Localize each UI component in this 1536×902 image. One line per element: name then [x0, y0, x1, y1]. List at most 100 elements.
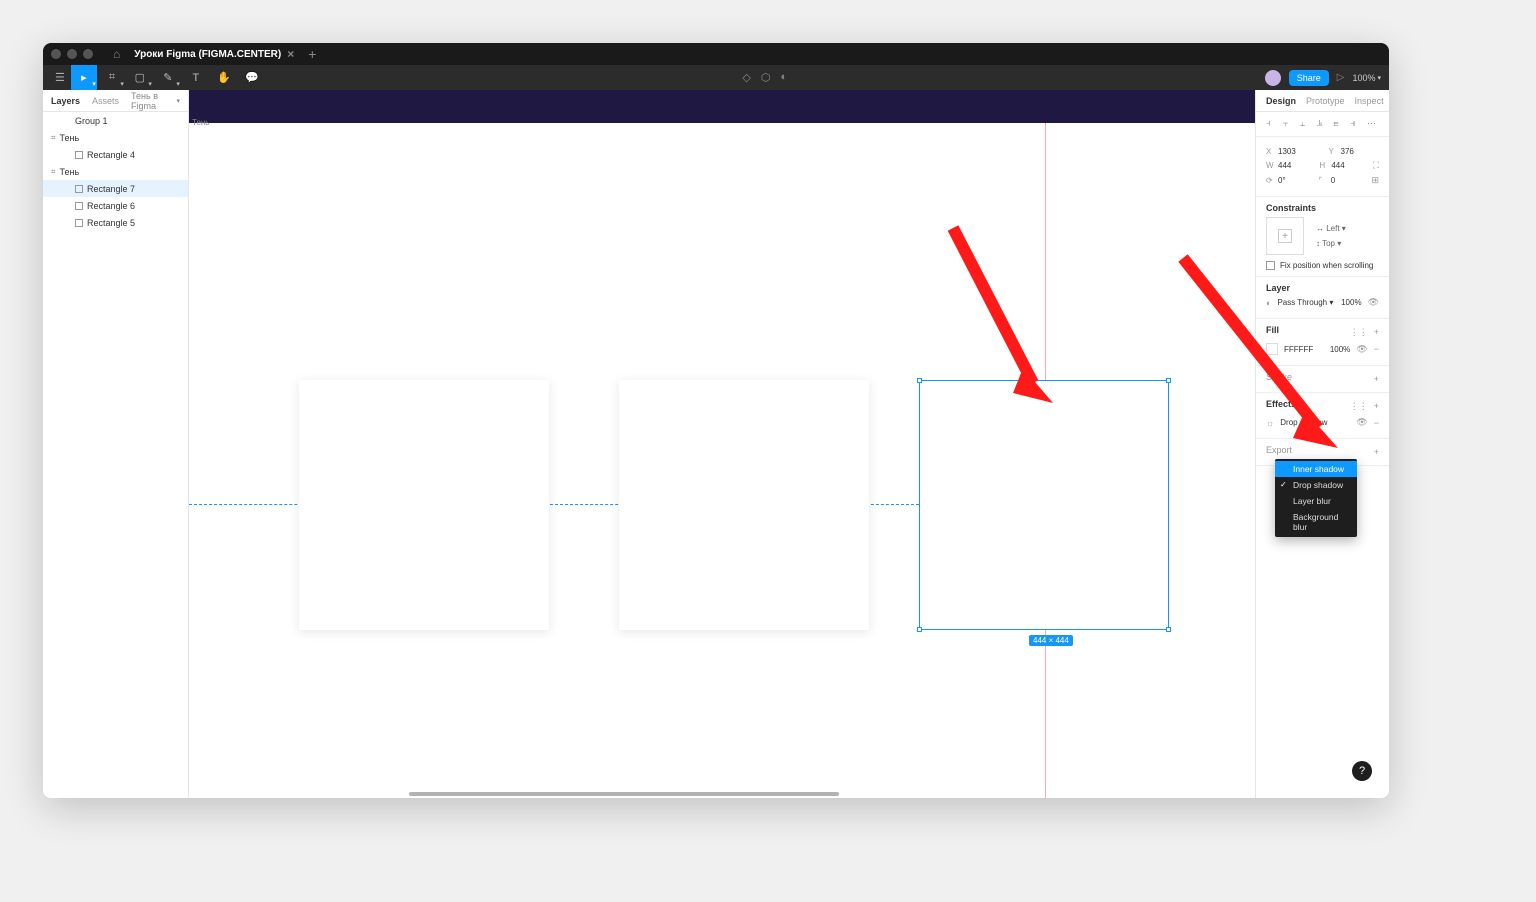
visible-icon[interactable]: 👁 — [1368, 297, 1379, 308]
layers-list[interactable]: Group 1 ⌗Тень Rectangle 4 ⌗Тень Rectangl… — [43, 112, 188, 798]
component-icon[interactable]: ◇ — [742, 71, 750, 84]
layer-item[interactable]: Rectangle 5 — [43, 214, 188, 231]
align-vcenter-icon[interactable]: ⫢ — [1333, 118, 1345, 130]
add-stroke-icon[interactable]: + — [1374, 374, 1379, 384]
constraint-center-icon: + — [1278, 229, 1292, 243]
resize-handle[interactable] — [1166, 378, 1171, 383]
layers-panel: Layers Assets Тень в Figma▾ Group 1 ⌗Тен… — [43, 90, 189, 798]
figma-window: ⌂ Уроки Figma (FIGMA.CENTER) × + ☰ ▸▾ ⌗▾… — [43, 43, 1389, 798]
remove-fill-icon[interactable]: − — [1374, 344, 1379, 354]
selection-dimensions: 444 × 444 — [1029, 635, 1073, 646]
rect-icon — [75, 185, 83, 193]
constraints-title: Constraints — [1266, 203, 1379, 213]
corner-radius-input[interactable]: ⌜0 — [1319, 176, 1360, 185]
home-icon[interactable]: ⌂ — [113, 47, 120, 61]
align-right-icon[interactable]: ⫠ — [1300, 118, 1312, 130]
file-name: Уроки Figma (FIGMA.CENTER) — [134, 49, 281, 60]
x-input[interactable]: X1303 — [1266, 147, 1317, 156]
align-hcenter-icon[interactable]: ⫟ — [1283, 118, 1295, 130]
mask-icon[interactable]: ◐ — [781, 71, 788, 84]
move-tool[interactable]: ▸▾ — [71, 65, 97, 90]
comment-tool[interactable]: 💬 — [239, 65, 265, 90]
align-left-icon[interactable]: ⫞ — [1266, 118, 1278, 130]
add-effect-icon[interactable]: + — [1374, 401, 1379, 412]
right-panel-tabs: Design Prototype Inspect — [1256, 90, 1389, 112]
rect-icon — [75, 202, 83, 210]
distribute-icon[interactable]: ⋯ — [1367, 118, 1379, 130]
tab-layers[interactable]: Layers — [51, 96, 80, 106]
zoom-control[interactable]: 100%▾ — [1352, 73, 1381, 83]
share-button[interactable]: Share — [1289, 70, 1329, 86]
minimize-window-icon[interactable] — [67, 49, 77, 59]
rect-icon — [75, 151, 83, 159]
rotation-input[interactable]: ⟳0° — [1266, 176, 1307, 185]
tab-prototype[interactable]: Prototype — [1306, 96, 1345, 106]
page-selector[interactable]: Тень в Figma▾ — [131, 91, 180, 111]
hand-tool[interactable]: ✋ — [211, 65, 237, 90]
toolbar-left: ☰ ▸▾ ⌗▾ ▢▾ ✎▾ T ✋ 💬 — [51, 65, 265, 90]
constrain-proportions-icon[interactable]: ⛶ — [1373, 160, 1379, 171]
effect-type-dropdown[interactable]: Inner shadow ✓Drop shadow Layer blur Bac… — [1275, 459, 1357, 537]
resize-handle[interactable] — [1166, 627, 1171, 632]
component-icon-2[interactable]: ⬡ — [761, 71, 771, 84]
avatar[interactable] — [1265, 70, 1281, 86]
tab-assets[interactable]: Assets — [92, 96, 119, 106]
close-window-icon[interactable] — [51, 49, 61, 59]
chevron-icon[interactable]: ⌗ — [51, 167, 56, 177]
remove-effect-icon[interactable]: − — [1374, 418, 1379, 428]
visible-icon[interactable]: 👁 — [1356, 417, 1367, 428]
check-icon: ✓ — [1280, 480, 1287, 489]
width-input[interactable]: W444 — [1266, 161, 1307, 170]
constraint-v-select[interactable]: ↕ Top ▾ — [1316, 239, 1346, 248]
tab-design[interactable]: Design — [1266, 96, 1296, 106]
group-icon — [63, 117, 71, 125]
annotation-arrow-2 — [1173, 248, 1353, 468]
menu-icon[interactable]: ☰ — [51, 67, 69, 88]
rect-icon — [75, 219, 83, 227]
tab-inspect[interactable]: Inspect — [1355, 96, 1384, 106]
frame-tool[interactable]: ⌗▾ — [99, 65, 125, 90]
y-input[interactable]: Y376 — [1329, 147, 1380, 156]
window-controls[interactable] — [51, 49, 93, 59]
present-icon[interactable]: ▷ — [1337, 72, 1345, 83]
layer-item[interactable]: Rectangle 6 — [43, 197, 188, 214]
align-top-icon[interactable]: ⫡ — [1316, 118, 1328, 130]
effect-option-layer-blur[interactable]: Layer blur — [1275, 493, 1357, 509]
zoom-window-icon[interactable] — [83, 49, 93, 59]
visible-icon[interactable]: 👁 — [1356, 344, 1367, 355]
independent-corners-icon[interactable]: ⊞ — [1371, 175, 1379, 186]
pen-tool[interactable]: ✎▾ — [155, 65, 181, 90]
toolbar-center: ◇ ⬡ ◐ — [742, 71, 787, 84]
effect-option-drop-shadow[interactable]: ✓Drop shadow — [1275, 477, 1357, 493]
shape-tool[interactable]: ▢▾ — [127, 65, 153, 90]
frame-label[interactable]: Тень — [192, 118, 209, 127]
resize-handle[interactable] — [917, 627, 922, 632]
add-export-icon[interactable]: + — [1374, 447, 1379, 457]
add-tab-icon[interactable]: + — [308, 46, 316, 62]
resize-handle[interactable] — [917, 378, 922, 383]
layer-item-selected[interactable]: Rectangle 7 — [43, 180, 188, 197]
scrollbar-thumb[interactable] — [409, 792, 839, 796]
help-button[interactable]: ? — [1352, 761, 1372, 781]
text-tool[interactable]: T — [183, 65, 209, 90]
toolbar-right: Share ▷ 100%▾ — [1265, 70, 1381, 86]
rectangle-5[interactable] — [299, 380, 549, 630]
align-bottom-icon[interactable]: ⫣ — [1350, 118, 1362, 130]
layer-item[interactable]: Group 1 — [43, 112, 188, 129]
close-tab-icon[interactable]: × — [287, 47, 294, 61]
height-input[interactable]: H444 — [1319, 161, 1360, 170]
constraint-h-select[interactable]: ↔ Left ▾ — [1316, 224, 1346, 233]
layer-item[interactable]: ⌗Тень — [43, 163, 188, 180]
rectangle-6[interactable] — [619, 380, 869, 630]
chevron-icon[interactable]: ⌗ — [51, 133, 56, 143]
frame-header-bg — [189, 90, 1255, 123]
effect-option-background-blur[interactable]: Background blur — [1275, 509, 1357, 535]
file-tab[interactable]: Уроки Figma (FIGMA.CENTER) × — [128, 43, 300, 65]
add-fill-icon[interactable]: + — [1374, 327, 1379, 338]
canvas[interactable]: Тень 444 × 444 — [189, 90, 1255, 798]
layer-item[interactable]: Rectangle 4 — [43, 146, 188, 163]
layer-item[interactable]: ⌗Тень — [43, 129, 188, 146]
effect-option-inner-shadow[interactable]: Inner shadow — [1275, 461, 1357, 477]
scrollbar-horizontal[interactable] — [189, 791, 1255, 798]
transform-section: X1303 Y376 W444 H444 ⛶ ⟳0° ⌜0 ⊞ — [1256, 137, 1389, 197]
